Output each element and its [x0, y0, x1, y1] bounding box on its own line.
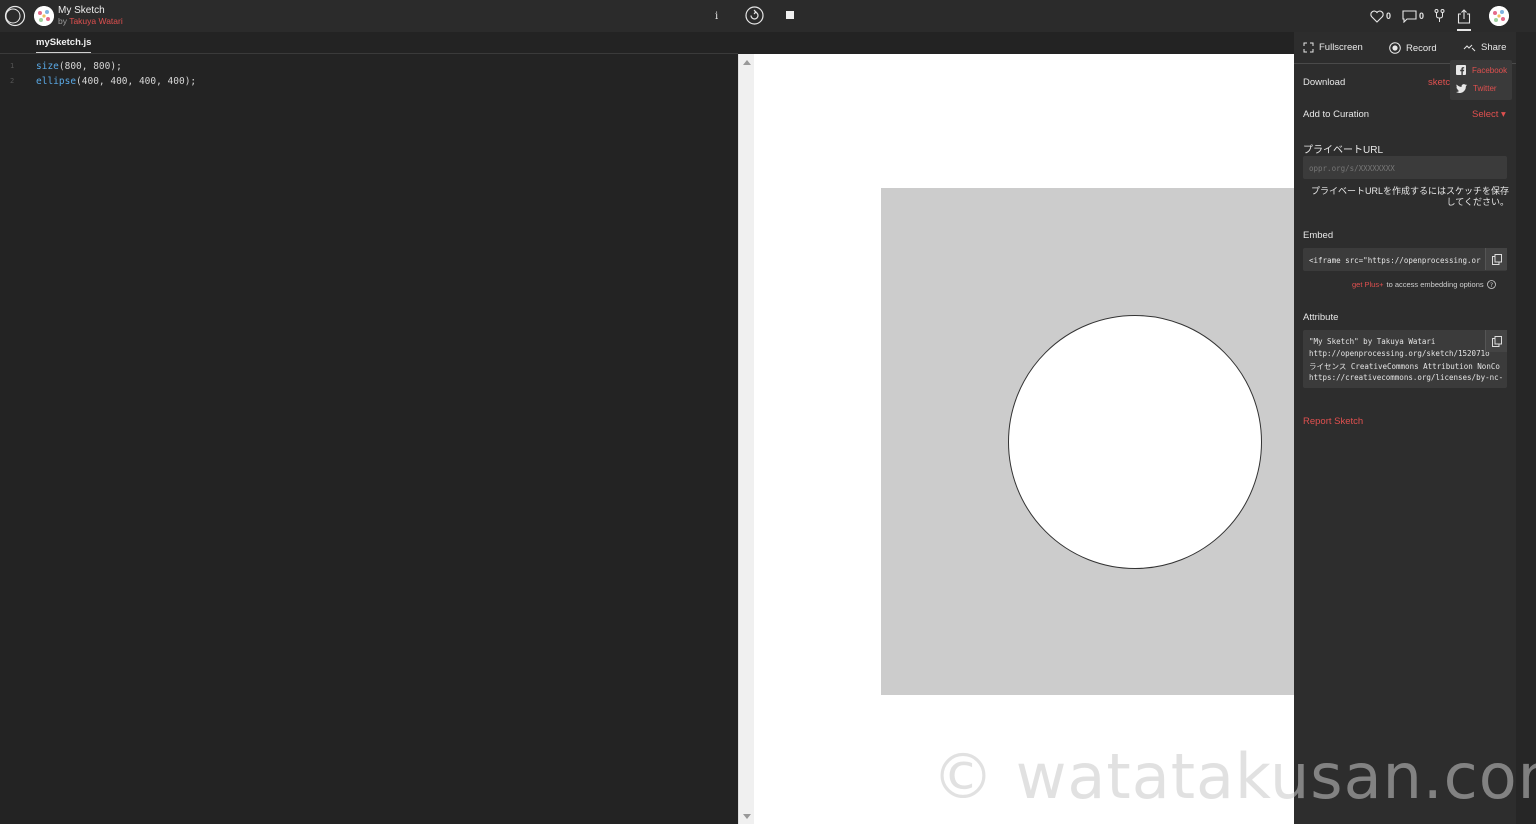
copy-icon — [1491, 335, 1502, 347]
attribute-line: https://creativecommons.org/licenses/by-… — [1309, 373, 1504, 382]
embed-code: <iframe src="https://openprocessing.org — [1309, 256, 1481, 265]
svg-text:?: ? — [1490, 282, 1493, 289]
top-bar: My Sketch by Takuya Watari i 0 0 — [0, 0, 1536, 32]
share-facebook[interactable]: Facebook — [1456, 65, 1507, 75]
line-number: 1 — [10, 62, 15, 70]
user-avatar[interactable] — [1489, 6, 1509, 26]
record-label: Record — [1406, 42, 1437, 54]
embed-copy-button[interactable] — [1485, 248, 1507, 270]
attribute-copy-button[interactable] — [1485, 330, 1507, 352]
facebook-label: Facebook — [1472, 65, 1508, 75]
attribute-line: http://openprocessing.org/sketch/152071o — [1309, 349, 1490, 358]
twitter-label: Twitter — [1473, 84, 1497, 93]
private-url-placeholder: oppr.org/s/XXXXXXXX — [1309, 164, 1395, 173]
embed-options-note: get Plus+ to access embedding options ? — [1352, 280, 1496, 289]
embed-note: to access embedding options — [1386, 280, 1484, 289]
tab-mysketch-js[interactable]: mySketch.js — [36, 37, 92, 53]
author-avatar[interactable] — [34, 6, 54, 26]
share-link-icon — [1463, 44, 1476, 52]
share-toggle-button[interactable] — [1457, 7, 1471, 25]
by-prefix: by — [58, 16, 67, 26]
code-editor[interactable]: 1 size(800, 800); 2 ellipse(400, 400, 40… — [0, 54, 738, 824]
embed-code-field[interactable]: <iframe src="https://openprocessing.org — [1303, 248, 1507, 271]
openprocessing-logo-icon[interactable] — [4, 5, 26, 27]
restart-icon — [745, 5, 764, 25]
share-label: Share — [1481, 42, 1507, 53]
code-args: (400, 400, 400, 400); — [76, 76, 197, 87]
facebook-icon — [1456, 65, 1466, 75]
share-active-indicator — [1457, 29, 1471, 31]
fullscreen-label: Fullscreen — [1319, 42, 1363, 53]
attribute-field[interactable]: "My Sketch" by Takuya Watari http://open… — [1303, 330, 1507, 388]
share-dropdown: Facebook Twitter — [1450, 60, 1512, 100]
heart-icon — [1370, 10, 1384, 23]
info-button[interactable]: i — [715, 7, 718, 25]
scroll-up-arrow-icon[interactable] — [743, 60, 751, 65]
code-args: (800, 800); — [58, 61, 122, 72]
get-plus-link[interactable]: get Plus+ — [1352, 280, 1383, 289]
comments-count: 0 — [1419, 11, 1425, 21]
sketch-ellipse — [1008, 315, 1262, 569]
stop-button[interactable] — [786, 11, 794, 19]
twitter-icon — [1456, 84, 1467, 93]
download-label: Download — [1303, 77, 1346, 88]
record-button[interactable]: Record — [1389, 42, 1437, 54]
author-link[interactable]: Takuya Watari — [69, 16, 123, 26]
help-icon[interactable]: ? — [1486, 280, 1496, 289]
embed-label: Embed — [1303, 230, 1334, 241]
attribute-line: ライセンス CreativeCommons Attribution NonCo — [1309, 362, 1500, 371]
scroll-down-arrow-icon[interactable] — [743, 814, 751, 819]
record-icon — [1389, 42, 1401, 54]
copy-icon — [1491, 253, 1502, 265]
share-button[interactable]: Share — [1463, 42, 1506, 53]
sketch-title-block: My Sketch by Takuya Watari — [58, 5, 123, 27]
comments-button[interactable]: 0 — [1402, 7, 1424, 25]
fullscreen-icon — [1303, 42, 1314, 53]
like-button[interactable]: 0 — [1370, 7, 1391, 25]
private-url-field[interactable]: oppr.org/s/XXXXXXXX — [1303, 156, 1507, 179]
sketch-canvas-area[interactable] — [754, 54, 1294, 824]
line-number: 2 — [10, 77, 15, 85]
editor-tab-bar: mySketch.js — [0, 32, 738, 54]
fullscreen-button[interactable]: Fullscreen — [1303, 42, 1363, 53]
fork-button[interactable] — [1434, 7, 1445, 25]
watermark: © watatakusan.com — [932, 740, 1536, 813]
share-panel: Fullscreen Record Share Download sketc A… — [1294, 32, 1516, 824]
code-function: size — [36, 61, 59, 72]
sketch-title[interactable]: My Sketch — [58, 5, 123, 16]
editor-scrollbar[interactable] — [738, 54, 754, 824]
likes-count: 0 — [1386, 11, 1392, 21]
download-link[interactable]: sketc — [1428, 77, 1450, 88]
restart-button[interactable] — [745, 5, 764, 25]
comment-icon — [1402, 9, 1417, 23]
report-sketch-link[interactable]: Report Sketch — [1303, 416, 1363, 427]
share-icon — [1457, 8, 1471, 24]
attribute-label: Attribute — [1303, 312, 1339, 323]
curation-select[interactable]: Select ▾ — [1472, 109, 1506, 120]
private-url-label: プライベートURL — [1303, 145, 1384, 156]
fork-icon — [1434, 9, 1445, 22]
code-function: ellipse — [36, 76, 77, 87]
private-url-note: プライベートURLを作成するにはスケッチを保存してください。 — [1310, 186, 1509, 207]
curation-label: Add to Curation — [1303, 109, 1370, 120]
attribute-line: "My Sketch" by Takuya Watari — [1309, 337, 1436, 346]
share-twitter[interactable]: Twitter — [1456, 84, 1497, 93]
panel-edge — [1516, 32, 1536, 824]
